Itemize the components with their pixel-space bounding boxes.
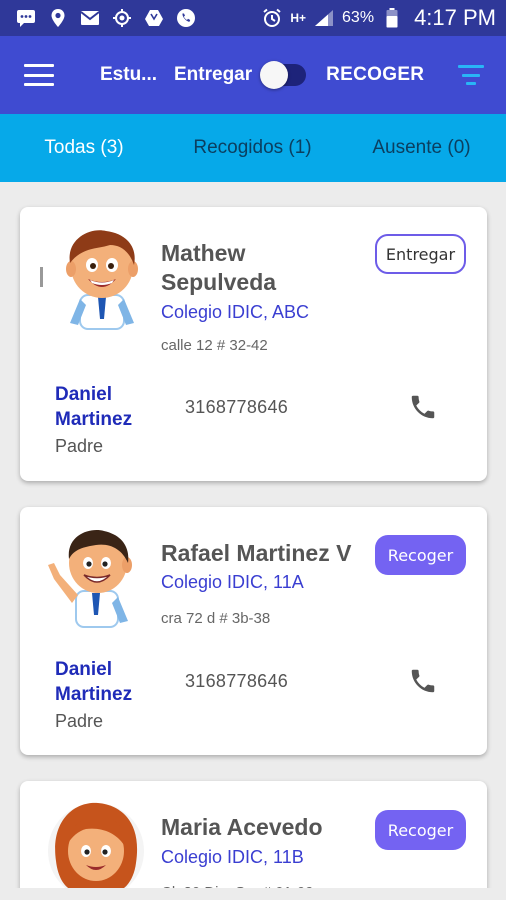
student-school: Colegio IDIC, 11B (161, 847, 304, 867)
drive-icon (144, 8, 164, 28)
recoger-button[interactable]: Recoger (375, 810, 466, 850)
student-address: calle 12 # 32-42 (161, 337, 268, 354)
parent-last-name: Martinez (55, 684, 133, 705)
student-name: Mathew Sepulveda (161, 239, 276, 297)
bottom-edge (0, 888, 506, 900)
mode-label: RECOGER (326, 64, 425, 85)
parent-role: Padre (55, 711, 104, 731)
student-name-line1: Rafael Martinez V (161, 540, 352, 566)
parent-first-name: Daniel (55, 659, 113, 680)
student-name: Maria Acevedo (161, 813, 323, 842)
phone-icon[interactable] (408, 392, 438, 422)
mode-toggle[interactable] (260, 61, 307, 89)
location-icon (48, 8, 68, 28)
parent-first-name: Daniel (55, 384, 113, 405)
signal-icon (314, 8, 334, 28)
parent-last-name: Martinez (55, 409, 133, 430)
tab-todas[interactable]: Todas (3) (0, 137, 168, 159)
phone-icon[interactable] (408, 666, 438, 696)
chat-icon (16, 8, 36, 28)
gps-icon (112, 8, 132, 28)
phone-status-icon (176, 8, 196, 28)
student-avatar (46, 799, 146, 900)
toggle-knob (260, 61, 289, 89)
parent-role: Padre (55, 436, 104, 456)
network-type: H+ (290, 11, 307, 25)
student-name-line1: Mathew (161, 240, 246, 266)
battery-icon (382, 8, 402, 28)
tab-ausente[interactable]: Ausente (0) (337, 137, 506, 159)
alarm-icon (262, 8, 282, 28)
card-edge-mark (40, 267, 43, 287)
toggle-label: Entregar (174, 64, 253, 85)
parent-phone: 3168778646 (185, 671, 289, 691)
student-name-line2: Sepulveda (161, 269, 277, 295)
clock: 4:17 PM (414, 5, 496, 30)
notification-icons (16, 8, 196, 28)
student-address: cra 72 d # 3b-38 (161, 610, 271, 627)
student-avatar (52, 225, 152, 335)
menu-icon[interactable] (24, 64, 54, 86)
parent-phone: 3168778646 (185, 397, 289, 417)
recoger-button[interactable]: Recoger (375, 535, 466, 575)
tab-recogidos[interactable]: Recogidos (1) (168, 137, 337, 159)
student-card[interactable]: Maria Acevedo Colegio IDIC, 11B Cl. 20 D… (20, 781, 487, 900)
mail-icon (80, 8, 100, 28)
student-school: Colegio IDIC, 11A (161, 572, 304, 592)
app-title: Estu... (100, 64, 158, 85)
parent-name: Daniel Martinez (55, 382, 155, 432)
student-name: Rafael Martinez V (161, 539, 351, 568)
status-bar: H+ 63% 4:17 PM (0, 0, 506, 36)
battery-percent: 63% (342, 9, 375, 26)
app-bar: Estu... Entregar RECOGER (0, 36, 506, 114)
filter-icon[interactable] (458, 65, 484, 85)
student-school: Colegio IDIC, ABC (161, 302, 310, 322)
parent-name: Daniel Martinez (55, 657, 155, 707)
entregar-button[interactable]: Entregar (375, 234, 466, 274)
student-avatar (44, 523, 144, 633)
student-card[interactable]: Rafael Martinez V Colegio IDIC, 11A cra … (20, 507, 487, 755)
tab-bar: Todas (3) Recogidos (1) Ausente (0) (0, 114, 506, 182)
student-card[interactable]: Mathew Sepulveda Colegio IDIC, ABC calle… (20, 207, 487, 481)
student-name-line1: Maria Acevedo (161, 814, 323, 840)
